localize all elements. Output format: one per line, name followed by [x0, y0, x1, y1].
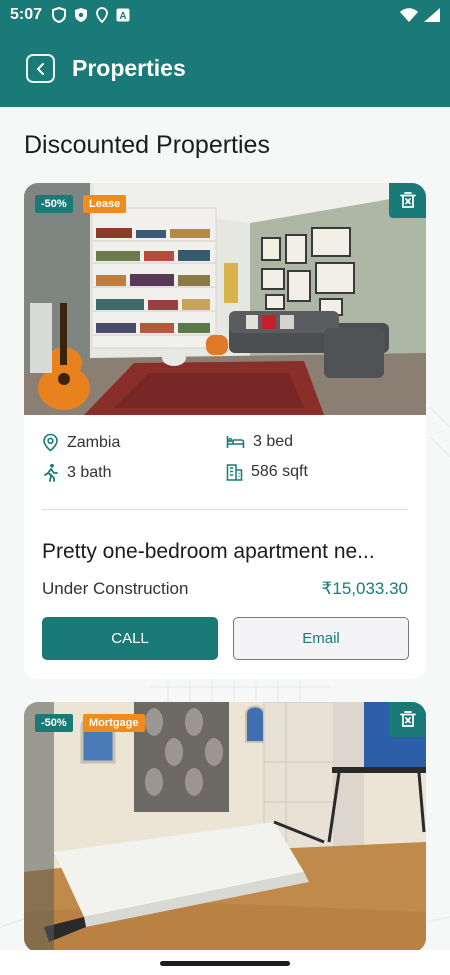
- divider: [42, 509, 408, 510]
- location-text: Zambia: [67, 433, 121, 451]
- wifi-icon: [400, 8, 418, 22]
- shield-icon: [52, 7, 67, 23]
- property-photo: -50% Mortgage: [24, 702, 426, 950]
- section-title: Discounted Properties: [24, 131, 270, 159]
- beds-text: 3 bed: [253, 433, 294, 450]
- feature-area: 586 sqft: [226, 463, 308, 481]
- property-card[interactable]: -50% Mortgage: [24, 702, 426, 950]
- main-content[interactable]: Discounted Properties -50% Lease Zambia …: [0, 107, 450, 950]
- call-button[interactable]: CALL: [42, 617, 218, 660]
- baths-text: 3 bath: [67, 463, 112, 481]
- bed-icon: [226, 436, 245, 448]
- area-text: 586 sqft: [251, 463, 308, 480]
- page-title: Properties: [72, 55, 186, 81]
- discount-badge: -50%: [35, 195, 73, 213]
- app-bar: Properties: [0, 30, 450, 107]
- feature-location: Zambia: [42, 433, 120, 452]
- trash-icon: [399, 711, 416, 727]
- feature-baths: 3 bath: [42, 463, 111, 482]
- listing-type-badge: Mortgage: [83, 714, 145, 732]
- status-icons-right: [400, 8, 440, 22]
- property-price: ₹15,033.30: [321, 579, 408, 598]
- delete-button[interactable]: [389, 183, 426, 218]
- property-title[interactable]: Pretty one-bedroom apartment ne...: [42, 540, 412, 564]
- feature-beds: 3 bed: [226, 433, 293, 451]
- status-bar: 5:07 A: [0, 0, 450, 30]
- svg-text:A: A: [119, 11, 126, 22]
- property-photo: -50% Lease: [24, 183, 426, 415]
- location-pin-icon: [96, 7, 108, 23]
- listing-type-badge: Lease: [83, 195, 127, 213]
- back-button[interactable]: [26, 54, 55, 83]
- play-protect-icon: [75, 8, 88, 22]
- property-status: Under Construction: [42, 579, 189, 598]
- location-pin-icon: [43, 433, 58, 452]
- trash-icon: [399, 192, 416, 208]
- home-gesture-handle[interactable]: [160, 961, 290, 966]
- system-navigation-bar: [0, 950, 450, 975]
- property-card[interactable]: -50% Lease Zambia 3 bed 3 bath 586 sqft: [24, 183, 426, 679]
- email-button[interactable]: Email: [233, 617, 409, 660]
- font-icon: A: [116, 8, 130, 22]
- delete-button[interactable]: [389, 702, 426, 737]
- walking-person-icon: [44, 463, 58, 482]
- building-icon: [226, 464, 243, 481]
- status-icons-left: A: [52, 7, 130, 23]
- signal-icon: [424, 8, 440, 22]
- status-time: 5:07: [10, 6, 43, 23]
- discount-badge: -50%: [35, 714, 73, 732]
- chevron-left-icon: [36, 62, 44, 75]
